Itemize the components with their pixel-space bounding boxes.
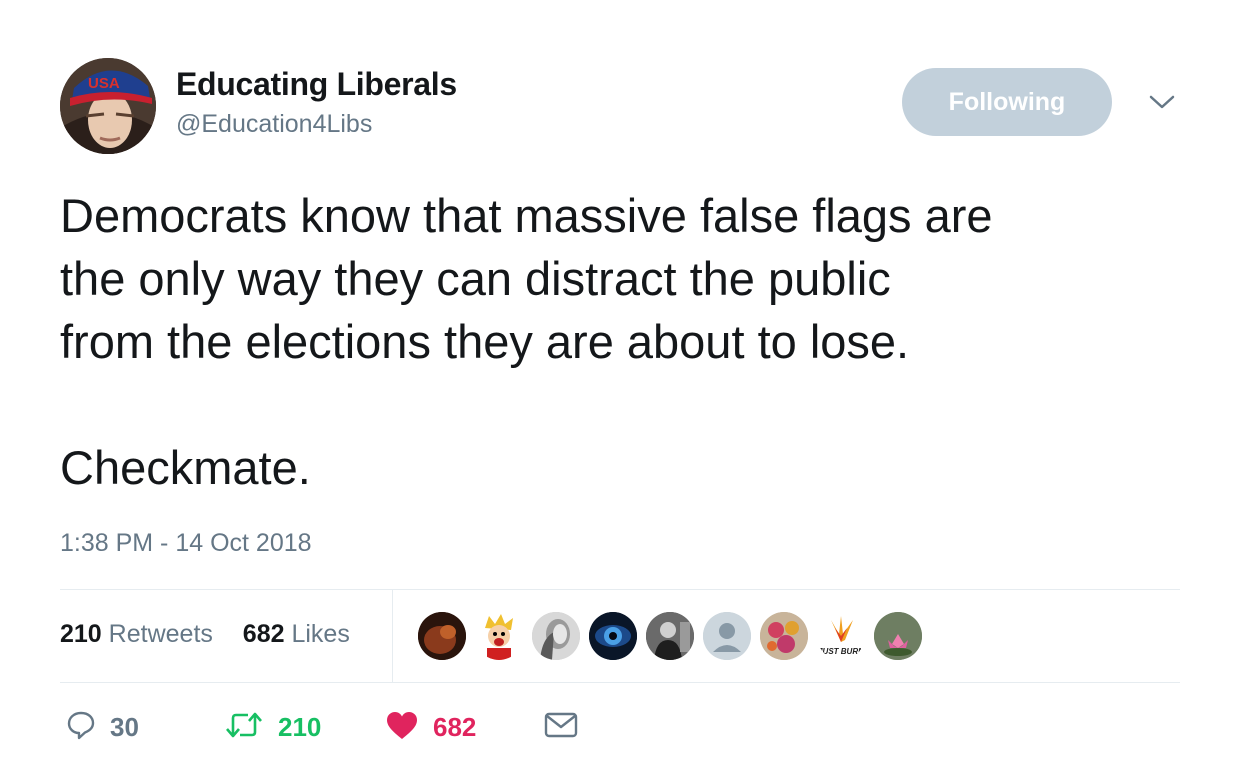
stats-divider	[392, 590, 393, 682]
tweet-timestamp[interactable]: 1:38 PM - 14 Oct 2018	[60, 529, 312, 558]
user-handle[interactable]: @Education4Libs	[176, 110, 372, 139]
liker-avatar-5[interactable]	[646, 612, 694, 660]
retweets-count: 210	[60, 620, 102, 648]
liker-avatar-2[interactable]	[475, 612, 523, 660]
liker-avatar-1[interactable]	[418, 612, 466, 660]
tweet-text: Democrats know that massive false flags …	[60, 184, 1200, 499]
liker-avatar-8[interactable]: JUST BURN	[817, 612, 865, 660]
following-button[interactable]: Following	[902, 68, 1112, 136]
tweet-line: the only way they can distract the publi…	[60, 252, 891, 305]
likes-label: Likes	[291, 620, 350, 648]
svg-text:USA: USA	[88, 75, 120, 92]
profile-avatar[interactable]: USA	[60, 58, 156, 154]
divider	[60, 589, 1180, 590]
heart-icon	[385, 710, 419, 745]
svg-text:JUST BURN: JUST BURN	[818, 647, 864, 656]
retweets-stat[interactable]: 210 Retweets	[60, 620, 213, 648]
retweets-label: Retweets	[108, 620, 213, 648]
retweet-button[interactable]: 210	[224, 704, 321, 750]
tweet-stats: 210 Retweets 682 Likes	[60, 620, 350, 649]
tweet-line: from the elections they are about to los…	[60, 315, 910, 368]
direct-message-icon	[544, 710, 578, 745]
retweet-count: 210	[278, 711, 322, 742]
likes-count: 682	[242, 620, 285, 648]
liker-avatar-7[interactable]	[760, 612, 808, 660]
liker-avatar-4[interactable]	[589, 612, 637, 660]
tweet-line-blank	[60, 373, 1200, 436]
likes-stat[interactable]: 682 Likes	[243, 620, 350, 648]
liker-avatar-6[interactable]	[703, 612, 751, 660]
reply-icon	[66, 710, 96, 745]
tweet-line: Checkmate.	[60, 441, 311, 494]
retweet-icon	[224, 710, 264, 745]
display-name[interactable]: Educating Liberals	[176, 66, 457, 103]
like-button[interactable]: 682	[385, 704, 476, 750]
liker-avatar-9[interactable]	[874, 612, 922, 660]
divider	[60, 682, 1180, 683]
liker-avatar-3[interactable]	[532, 612, 580, 660]
like-count: 682	[433, 711, 477, 742]
chevron-down-icon[interactable]	[1148, 92, 1176, 112]
direct-message-button[interactable]	[544, 704, 578, 750]
tweet-line: Democrats know that massive false flags …	[60, 189, 993, 242]
reply-count: 30	[110, 711, 139, 742]
reply-button[interactable]: 30	[66, 704, 139, 750]
